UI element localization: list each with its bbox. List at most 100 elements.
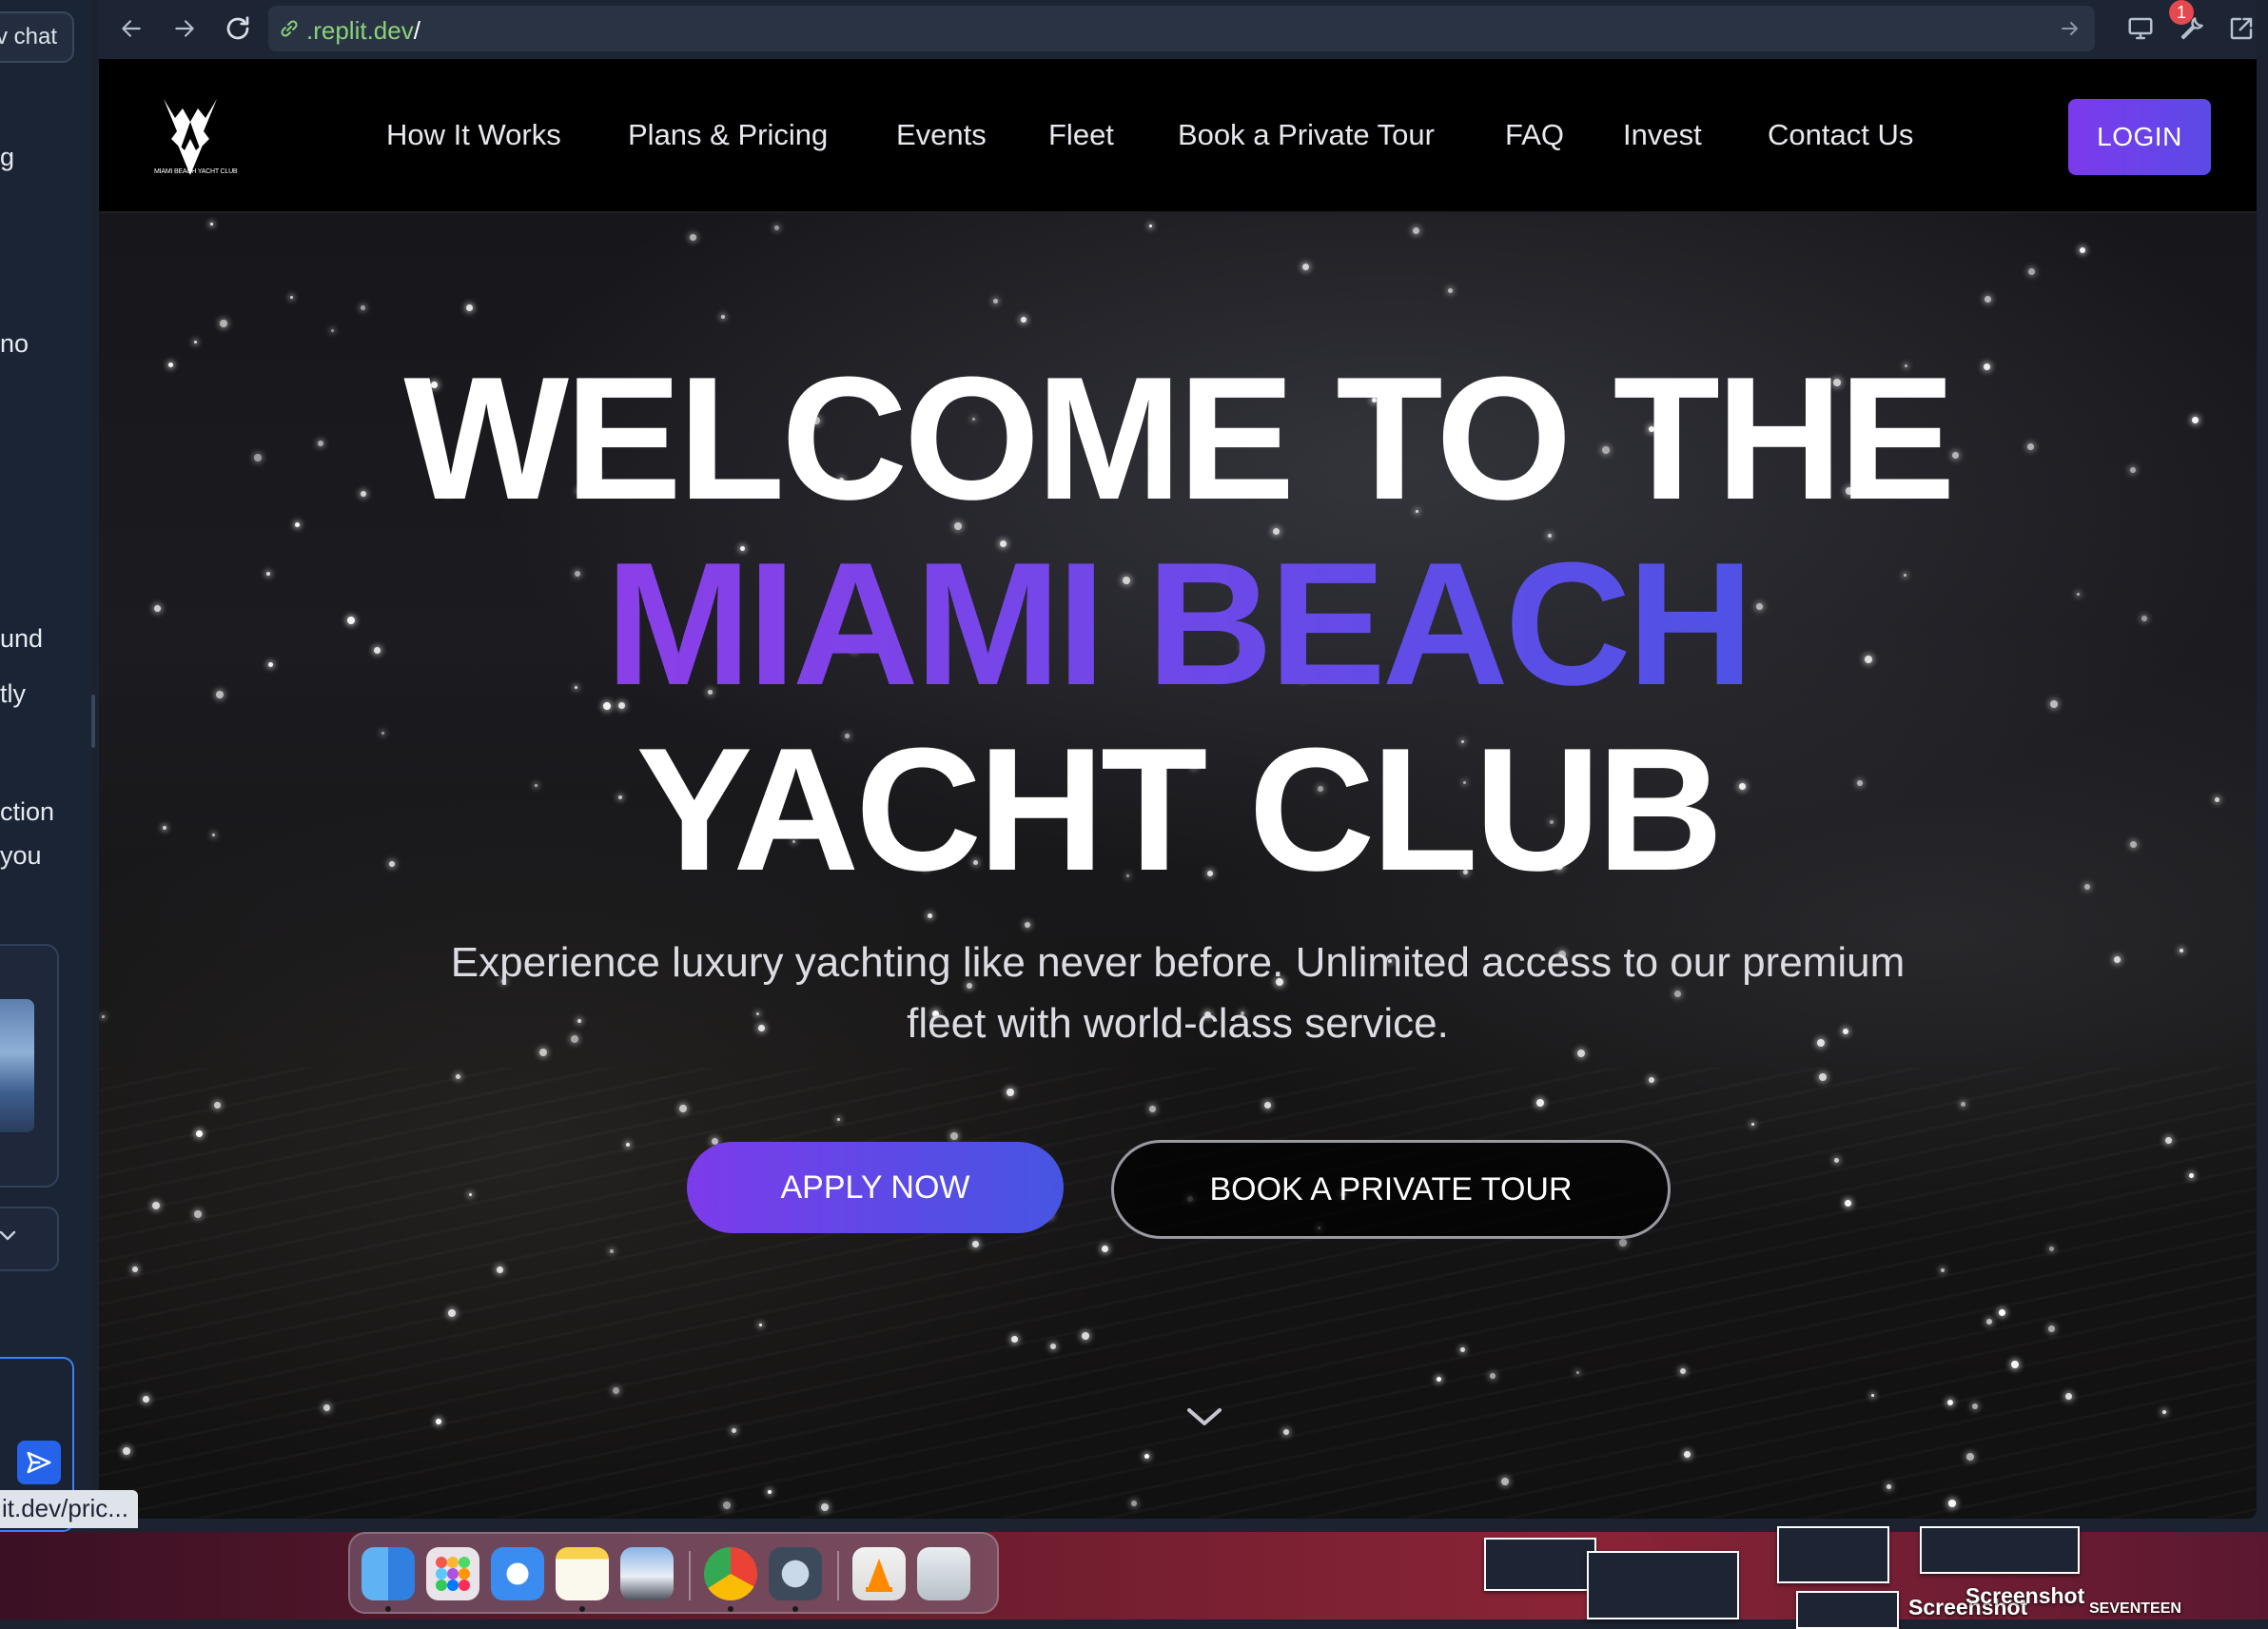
book-private-tour-button[interactable]: BOOK A PRIVATE TOUR	[1111, 1140, 1671, 1239]
site-navbar: MIAMI BEACH YACHT CLUB How It Works Plan…	[99, 59, 2257, 213]
panel-resize-handle[interactable]	[91, 695, 95, 748]
star-particle	[1684, 1451, 1691, 1458]
star-particle	[1021, 317, 1026, 323]
login-button[interactable]: LOGIN	[2068, 99, 2211, 175]
go-arrow-icon[interactable]	[2059, 17, 2082, 40]
star-particle	[2011, 1361, 2019, 1368]
star-particle	[1536, 1099, 1544, 1107]
finder-icon[interactable]	[362, 1547, 415, 1600]
desktop-screenshot-thumbnail[interactable]	[1920, 1526, 2080, 1574]
star-particle	[210, 223, 213, 226]
open-external-icon[interactable]	[2222, 10, 2257, 48]
star-particle	[1082, 1332, 1089, 1340]
nav-book-private-tour[interactable]: Book a Private Tour	[1178, 118, 1435, 152]
link-status-tooltip: it.dev/pric...	[0, 1490, 138, 1528]
star-particle	[732, 1428, 736, 1433]
scroll-down-icon[interactable]	[1183, 1403, 1225, 1431]
star-particle	[1948, 1500, 1956, 1507]
star-particle	[768, 1490, 772, 1494]
star-particle	[436, 1419, 441, 1424]
star-particle	[950, 1132, 958, 1140]
nav-how-it-works[interactable]: How It Works	[386, 118, 561, 152]
star-particle	[331, 329, 334, 332]
star-particle	[837, 1118, 840, 1121]
star-particle	[1011, 1336, 1018, 1343]
vlc-file-icon[interactable]	[852, 1547, 906, 1600]
star-particle	[1264, 1102, 1271, 1109]
star-particle	[1437, 1377, 1441, 1382]
notes-icon[interactable]	[556, 1547, 609, 1600]
browser-window: .replit.dev/ 1 MIAMI BEACH YACHT CLUB Ho…	[99, 0, 2257, 1519]
chat-text-fragment: ction	[0, 797, 55, 826]
chevron-down-icon	[0, 1230, 16, 1241]
launchpad-icon[interactable]	[426, 1547, 479, 1600]
desktop-screenshot-thumbnail[interactable]	[1796, 1591, 1899, 1629]
star-particle	[721, 315, 725, 319]
desktop-background: Screenshot Screenshot SEVENTEEN	[0, 1526, 2268, 1629]
running-indicator	[792, 1606, 798, 1612]
star-particle	[1149, 1106, 1156, 1112]
star-particle	[448, 1309, 456, 1317]
preview-icon[interactable]	[620, 1547, 674, 1600]
star-particle	[290, 296, 293, 299]
desktop-file-label[interactable]: SEVENTEEN	[2089, 1600, 2181, 1618]
star-particle	[928, 913, 932, 918]
star-particle	[1501, 1478, 1509, 1485]
star-particle	[1966, 1453, 1974, 1461]
apply-now-button[interactable]: APPLY NOW	[687, 1142, 1064, 1233]
star-particle	[361, 305, 365, 310]
quicktime-icon[interactable]	[769, 1547, 822, 1600]
star-particle	[679, 1105, 687, 1112]
send-button[interactable]	[17, 1441, 61, 1484]
nav-fleet[interactable]: Fleet	[1048, 118, 1114, 152]
star-particle	[323, 1404, 330, 1411]
star-particle	[194, 1210, 202, 1218]
desktop-file-label[interactable]: Screenshot	[1965, 1583, 2084, 1609]
star-particle	[220, 320, 227, 327]
star-particle	[613, 1387, 619, 1394]
desktop-screenshot-thumbnail[interactable]	[1587, 1551, 1739, 1619]
safari-icon[interactable]	[491, 1547, 544, 1600]
star-particle	[1871, 1394, 1874, 1397]
desktop-screenshot-thumbnail[interactable]	[1484, 1538, 1596, 1591]
devices-icon[interactable]	[2121, 10, 2160, 48]
logo[interactable]	[154, 93, 226, 179]
nav-faq[interactable]: FAQ	[1505, 118, 1564, 152]
star-particle	[774, 226, 779, 230]
send-icon	[27, 1451, 51, 1474]
hero-subtitle: Experience luxury yachting like never be…	[450, 939, 1906, 1047]
star-particle	[1999, 1309, 2005, 1316]
reload-icon[interactable]	[219, 10, 257, 48]
star-particle	[196, 1130, 203, 1137]
star-particle	[497, 1266, 503, 1273]
star-particle	[2180, 949, 2183, 952]
trash-icon[interactable]	[917, 1547, 970, 1600]
model-select[interactable]	[0, 1207, 59, 1271]
forward-icon[interactable]	[166, 10, 204, 48]
star-particle	[626, 1143, 630, 1147]
nav-invest[interactable]: Invest	[1623, 118, 1702, 152]
star-particle	[1619, 1239, 1627, 1246]
back-icon[interactable]	[112, 10, 150, 48]
nav-plans-pricing[interactable]: Plans & Pricing	[628, 118, 828, 152]
hero-title-highlight: MIAMI BEACH	[605, 525, 1753, 721]
url-text[interactable]: .replit.dev/	[306, 16, 420, 46]
running-indicator	[579, 1606, 585, 1612]
star-particle	[466, 304, 473, 311]
running-indicator	[728, 1606, 733, 1612]
chat-text-fragment: no	[0, 329, 29, 358]
url-bar[interactable]: .replit.dev/	[268, 6, 2095, 51]
desktop-screenshot-thumbnail[interactable]	[1777, 1526, 1889, 1583]
star-particle	[1986, 1319, 1992, 1325]
nav-contact-us[interactable]: Contact Us	[1768, 118, 1913, 152]
browser-toolbar: .replit.dev/ 1	[99, 0, 2257, 59]
nav-events[interactable]: Events	[896, 118, 987, 152]
star-particle	[2028, 268, 2035, 275]
attachment-thumbnail[interactable]	[0, 999, 34, 1132]
star-particle	[1149, 225, 1152, 227]
new-chat-button[interactable]: v chat	[0, 11, 74, 63]
star-particle	[690, 234, 696, 241]
star-particle	[1448, 288, 1453, 293]
chrome-icon[interactable]	[704, 1547, 757, 1600]
star-particle	[1490, 1373, 1496, 1379]
